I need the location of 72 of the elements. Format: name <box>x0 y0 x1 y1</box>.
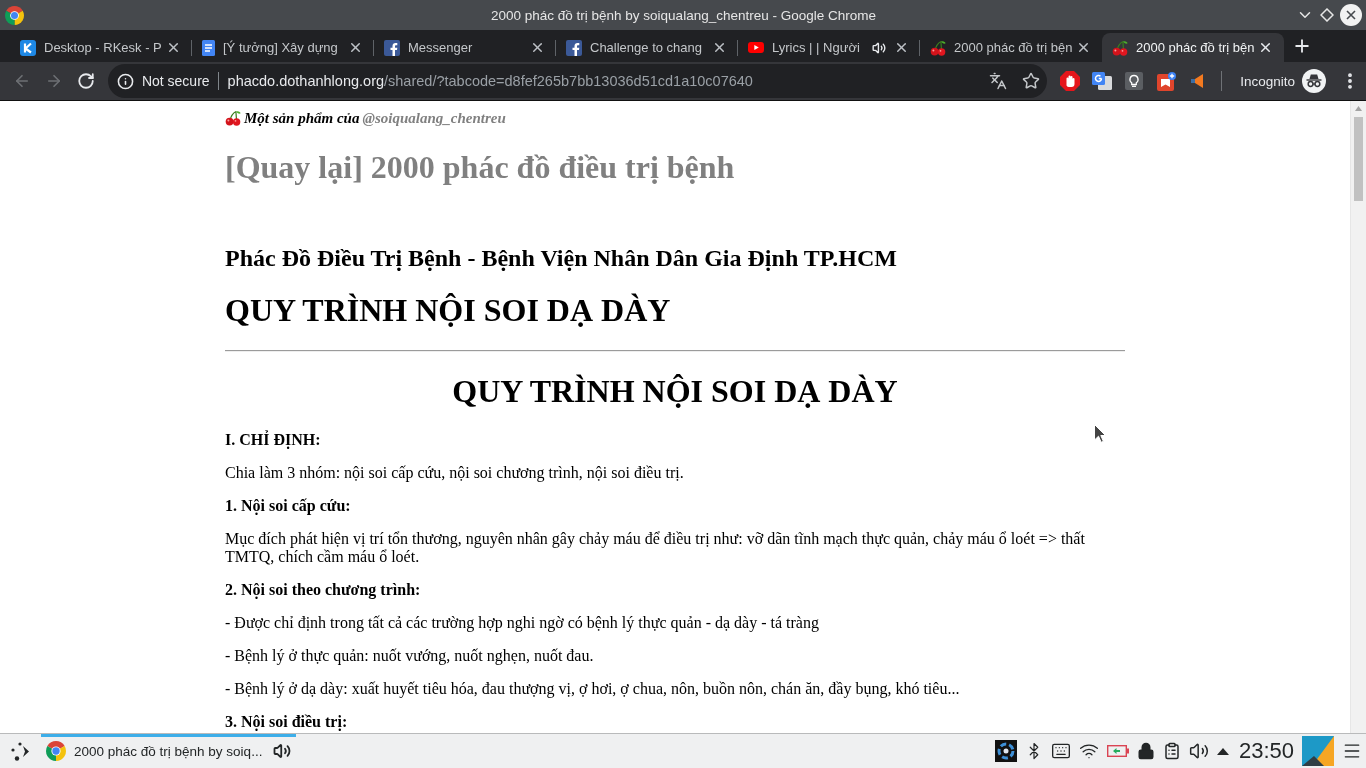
paragraph: - Bệnh lý ở thực quản: nuốt vướng, nuốt nghẹn, nuốt đau. <box>225 647 594 665</box>
document-title: QUY TRÌNH NỘI SOI DẠ DÀY <box>451 373 899 410</box>
page-heading: QUY TRÌNH NỘI SOI DẠ DÀY <box>225 292 672 329</box>
browser-tab[interactable]: 2000 phác đồ trị bện <box>1102 33 1284 62</box>
byline-text: Một sản phẩm của <box>244 109 360 127</box>
back-link[interactable]: [Quay lại] 2000 phác đồ điều trị bệnh <box>225 149 735 186</box>
app-logo-icon <box>20 39 36 56</box>
close-icon[interactable] <box>712 40 727 55</box>
swirl-app-icon[interactable] <box>994 740 1017 762</box>
lock-icon[interactable] <box>1136 742 1155 760</box>
close-icon[interactable] <box>530 40 545 55</box>
launcher-icon[interactable] <box>11 741 30 761</box>
paragraph: Mục đích phát hiện vị trí tổn thương, nguyên nhân gây chảy máu để điều trị như: vỡ dãn tĩnh mạch thực quản, chảy máu ổ loét => thất TMTQ, chích cầm máu ổ loét. <box>225 530 1086 566</box>
security-label: Not secure <box>141 73 210 89</box>
app-logo-icon <box>46 741 66 761</box>
profile-label[interactable]: Incognito <box>1240 73 1295 89</box>
paragraph: Chia làm 3 nhóm: nội soi cấp cứu, nội soi chương trình, nội soi điều trị. <box>225 464 684 482</box>
keyboard-icon[interactable] <box>1050 741 1071 761</box>
taskbar-task[interactable]: 2000 phác đồ trị bệnh by soiq... <box>41 734 296 768</box>
close-icon[interactable] <box>166 40 181 55</box>
address-bar[interactable]: Not secure phacdo.dothanhlong.org/shared/?tabcode=d8fef265b7bb13036d51cd1a10c07640 <box>107 64 1048 98</box>
window-title: 2000 phác đồ trị bệnh by soiqualang_chentreu - Google Chrome <box>491 7 876 23</box>
close-icon[interactable] <box>894 40 909 55</box>
mouse-pointer-icon <box>1094 424 1106 443</box>
f-logo-icon <box>384 39 400 56</box>
incognito-icon[interactable] <box>1302 69 1326 93</box>
lightbulb-icon[interactable] <box>1125 72 1144 90</box>
bookmark-star-icon[interactable] <box>1022 72 1041 90</box>
browser-tab[interactable]: Desktop - RKesk - P <box>10 33 192 62</box>
cherry-icon <box>225 110 241 126</box>
close-icon[interactable] <box>1258 40 1273 55</box>
desktop-preview-icon[interactable] <box>1302 736 1334 766</box>
paragraph: - Bệnh lý ở dạ dày: xuất huyết tiêu hóa, đau thượng vị, ợ hơi, ợ chua, nôn, buồn nôn, chán ăn, đầy bụng, khó tiêu... <box>225 680 960 698</box>
section-heading: 1. Nội soi cấp cứu: <box>225 497 351 515</box>
section-heading: I. CHỈ ĐỊNH: <box>225 431 321 449</box>
volume-icon[interactable] <box>1188 741 1209 761</box>
close-icon[interactable] <box>348 40 363 55</box>
new-tab-icon[interactable] <box>1292 36 1312 56</box>
f-logo-icon <box>566 39 582 56</box>
plus-badge-icon[interactable] <box>1156 71 1176 91</box>
reload-icon <box>76 72 95 90</box>
close-icon[interactable] <box>1076 40 1091 55</box>
scrollbar[interactable] <box>1350 101 1366 733</box>
source-heading: Phác Đồ Điều Trị Bệnh - Bệnh Viện Nhân Dân Gia Định TP.HCM <box>225 244 898 272</box>
battery-icon[interactable] <box>1106 745 1129 757</box>
scrollbar-thumb[interactable] <box>1354 117 1363 201</box>
stop-hand-icon[interactable] <box>1060 71 1081 91</box>
translate-icon[interactable] <box>1092 71 1113 91</box>
clock: 23:50 <box>1238 738 1294 764</box>
browser-tab[interactable]: Challenge to chang <box>556 33 738 62</box>
browser-tab[interactable]: [Ý tưởng] Xây dựng <box>192 33 374 62</box>
cherry-icon <box>930 39 946 56</box>
section-heading: 2. Nội soi theo chương trình: <box>225 581 421 599</box>
video-play-icon <box>748 42 764 53</box>
translate-icon[interactable] <box>989 72 1008 90</box>
maximize-icon[interactable] <box>1320 8 1334 22</box>
browser-tab[interactable]: 2000 phác đồ trị bện <box>920 33 1102 62</box>
browser-tab[interactable]: Messenger <box>374 33 556 62</box>
cherry-icon <box>1112 39 1128 56</box>
clipboard-icon[interactable] <box>1162 742 1181 760</box>
author-link[interactable]: @soiqualang_chentreu <box>362 109 506 127</box>
url-text: phacdo.dothanhlong.org/shared/?tabcode=d8fef265b7bb13036d51cd1a10c07640 <box>227 73 753 89</box>
expand-arrow-icon[interactable] <box>1216 747 1229 755</box>
speaker-icon[interactable] <box>872 40 886 55</box>
document-icon <box>202 39 215 56</box>
info-icon[interactable] <box>116 72 134 90</box>
close-icon[interactable] <box>1340 4 1362 26</box>
paragraph: - Được chỉ định trong tất cả các trường hợp nghi ngờ có bệnh lý thực quản - dạ dày - tá tràng <box>225 614 819 632</box>
section-heading: 3. Nội soi điều trị: <box>225 713 348 731</box>
app-logo-icon <box>5 5 24 25</box>
browser-tab[interactable]: Lyrics | | Người <box>738 33 920 62</box>
speaker-icon[interactable] <box>273 742 291 760</box>
